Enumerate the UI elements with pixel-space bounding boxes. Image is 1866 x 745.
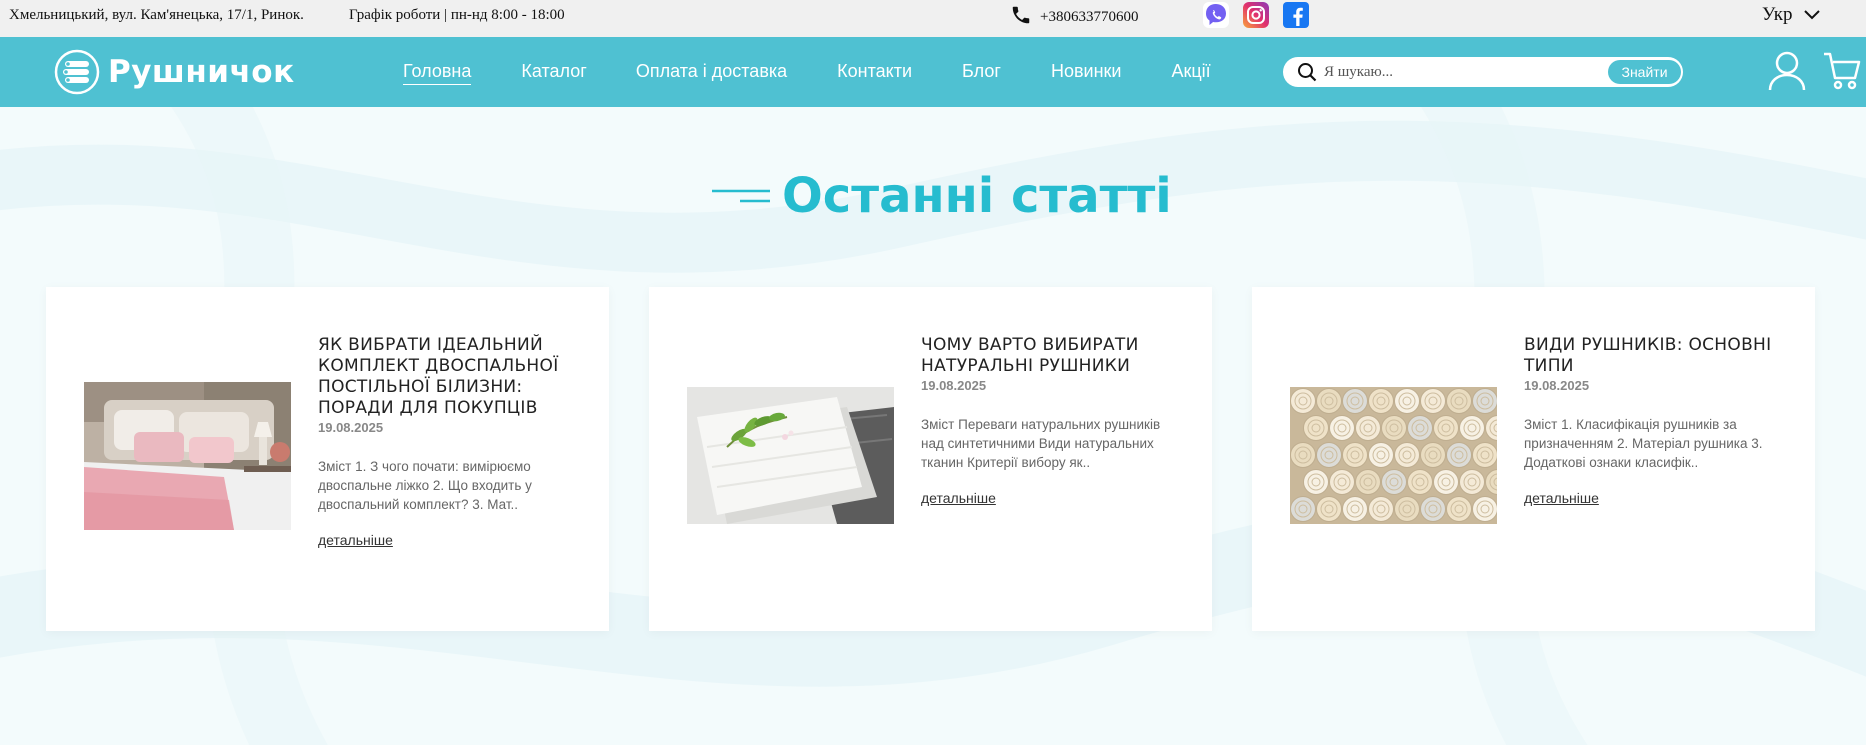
facebook-icon	[1293, 7, 1303, 26]
social-links	[1203, 2, 1309, 28]
nav-blog[interactable]: Блог	[962, 61, 1001, 85]
cart-icon	[1824, 52, 1861, 90]
store-address: Хмельницький, вул. Кам'янецька, 17/1, Ри…	[9, 7, 304, 23]
search-bar: Знайти	[1283, 57, 1683, 87]
article-excerpt: Зміст 1. З чого почати: вимірюємо двоспа…	[318, 459, 532, 512]
article-text: ЯК ВИБРАТИ ІДЕАЛЬНИЙ КОМПЛЕКТ ДВОСПАЛЬНО…	[318, 335, 578, 550]
article-text: ВИДИ РУШНИКІВ: ОСНОВНІ ТИПИ 19.08.2025 З…	[1524, 335, 1784, 508]
language-label: Укр	[1762, 4, 1793, 25]
cart-link[interactable]	[1823, 51, 1861, 96]
instagram-icon	[1247, 6, 1265, 24]
article-image-rolled-towels[interactable]	[1290, 387, 1497, 524]
main-nav: Головна Каталог Оплата і доставка Контак…	[403, 61, 1211, 85]
account-link[interactable]	[1768, 50, 1806, 97]
logo-text: Рушничок	[108, 54, 295, 90]
article-image-towels[interactable]	[687, 387, 894, 524]
nav-contacts[interactable]: Контакти	[837, 61, 912, 85]
nav-promotions[interactable]: Акції	[1171, 61, 1210, 85]
article-date: 19.08.2025	[318, 420, 384, 435]
language-selector[interactable]: Укр	[1762, 4, 1821, 26]
article-image-bedding[interactable]	[84, 382, 291, 530]
viber-icon	[1206, 4, 1226, 25]
nav-payment-delivery[interactable]: Оплата і доставка	[636, 61, 787, 85]
nav-home[interactable]: Головна	[403, 61, 472, 85]
article-card[interactable]: ЧОМУ ВАРТО ВИБИРАТИ НАТУРАЛЬНІ РУШНИКИ 1…	[649, 287, 1212, 631]
read-more-link[interactable]: детальніше	[1524, 490, 1599, 506]
article-card[interactable]: ВИДИ РУШНИКІВ: ОСНОВНІ ТИПИ 19.08.2025 З…	[1252, 287, 1815, 631]
phone-link[interactable]: +380633770600	[1010, 4, 1138, 26]
article-card[interactable]: ЯК ВИБРАТИ ІДЕАЛЬНИЙ КОМПЛЕКТ ДВОСПАЛЬНО…	[46, 287, 609, 631]
chevron-down-icon	[1803, 10, 1820, 20]
article-date: 19.08.2025	[1524, 378, 1590, 393]
site-logo[interactable]: Рушничок	[54, 49, 295, 95]
read-more-link[interactable]: детальніше	[921, 490, 996, 506]
article-title[interactable]: ЯК ВИБРАТИ ІДЕАЛЬНИЙ КОМПЛЕКТ ДВОСПАЛЬНО…	[318, 335, 578, 419]
instagram-link[interactable]	[1243, 2, 1269, 28]
article-text: ЧОМУ ВАРТО ВИБИРАТИ НАТУРАЛЬНІ РУШНИКИ 1…	[921, 335, 1181, 508]
nav-catalog[interactable]: Каталог	[521, 61, 586, 85]
section-heading: Останні статті	[712, 168, 1172, 224]
working-hours: Графік роботи | пн-нд 8:00 - 18:00	[349, 7, 565, 23]
article-date: 19.08.2025	[921, 378, 987, 393]
towel-stack-icon	[54, 49, 100, 95]
search-button[interactable]: Знайти	[1608, 60, 1681, 84]
title-decoration-lines	[712, 189, 770, 203]
article-title[interactable]: ЧОМУ ВАРТО ВИБИРАТИ НАТУРАЛЬНІ РУШНИКИ	[921, 335, 1181, 377]
user-icon	[1768, 51, 1806, 91]
phone-number: +380633770600	[1040, 8, 1139, 25]
search-input[interactable]	[1324, 63, 1594, 81]
article-title[interactable]: ВИДИ РУШНИКІВ: ОСНОВНІ ТИПИ	[1524, 335, 1784, 377]
search-icon	[1298, 63, 1317, 82]
phone-icon	[1012, 6, 1030, 24]
read-more-link[interactable]: детальніше	[318, 532, 393, 548]
section-title: Останні статті	[782, 168, 1172, 224]
facebook-link[interactable]	[1283, 2, 1309, 28]
top-bar: Хмельницький, вул. Кам'янецька, 17/1, Ри…	[0, 0, 1866, 37]
nav-new-arrivals[interactable]: Новинки	[1051, 61, 1122, 85]
main-header: Рушничок Головна Каталог Оплата і достав…	[0, 37, 1866, 107]
article-excerpt: Зміст Переваги натуральних рушників над …	[921, 417, 1161, 470]
article-excerpt: Зміст 1. Класифікація рушників за призна…	[1524, 417, 1763, 470]
viber-link[interactable]	[1203, 2, 1229, 28]
